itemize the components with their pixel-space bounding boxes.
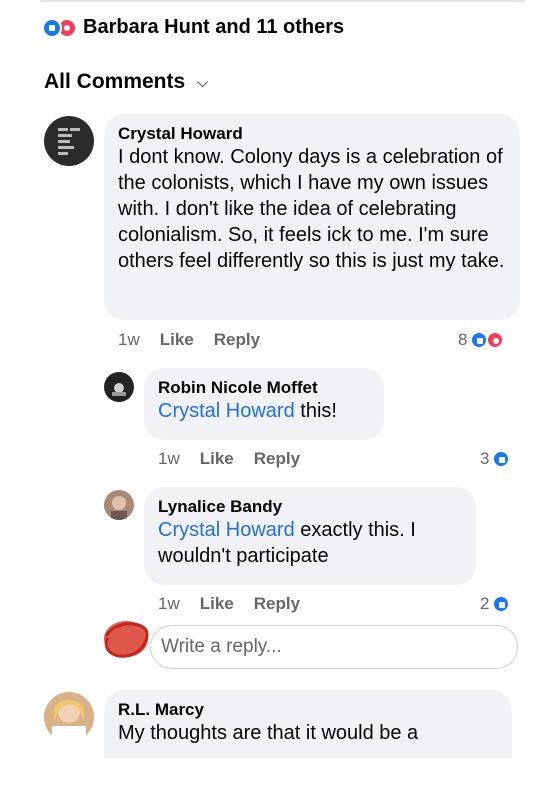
reactions-summary[interactable]: Barbara Hunt and 11 others	[42, 16, 344, 39]
comments-filter[interactable]: All Comments ⌵	[44, 70, 208, 94]
reaction-count[interactable]: 8	[458, 330, 505, 350]
avatar[interactable]	[104, 490, 134, 520]
reaction-count-value: 2	[480, 594, 490, 613]
like-button[interactable]: Like	[200, 449, 234, 469]
top-divider	[40, 0, 525, 2]
avatar-image	[58, 128, 80, 155]
comments-filter-label[interactable]: All Comments	[44, 70, 185, 94]
reply-bubble: Robin Nicole Moffet Crystal Howard this!	[144, 368, 384, 440]
comment-text: My thoughts are that it would be a	[118, 722, 419, 744]
user-avatar-redacted	[98, 616, 154, 662]
comment-timestamp[interactable]: 1w	[118, 330, 140, 350]
like-reaction-icon	[42, 17, 62, 38]
reply-text: this!	[294, 400, 337, 422]
like-button[interactable]: Like	[160, 330, 194, 350]
avatar[interactable]	[44, 692, 94, 742]
reply-button[interactable]: Reply	[214, 330, 260, 350]
reaction-count-value: 3	[480, 449, 490, 468]
like-button[interactable]: Like	[200, 594, 234, 614]
cutoff-area	[0, 758, 555, 788]
reply-button[interactable]: Reply	[254, 449, 300, 469]
reply-timestamp[interactable]: 1w	[158, 594, 180, 614]
reaction-count[interactable]: 3	[480, 449, 511, 469]
avatar-image	[112, 383, 126, 396]
reply-button[interactable]: Reply	[254, 594, 300, 614]
reply-actions: 1w Like Reply	[158, 594, 300, 614]
like-reaction-icon	[470, 331, 489, 349]
avatar[interactable]	[104, 372, 134, 402]
avatar[interactable]	[44, 116, 94, 166]
reaction-count-value: 8	[458, 330, 468, 349]
comment-actions: 1w Like Reply	[118, 330, 260, 350]
avatar-image	[111, 496, 127, 520]
reply-input[interactable]: Write a reply...	[150, 625, 518, 669]
reply-author[interactable]: Lynalice Bandy	[158, 497, 462, 517]
reactions-summary-text[interactable]: Barbara Hunt and 11 others	[83, 16, 344, 39]
reply-input-placeholder[interactable]: Write a reply...	[161, 636, 282, 658]
comment-author[interactable]: R.L. Marcy	[118, 700, 498, 720]
mention-link[interactable]: Crystal Howard	[158, 519, 295, 541]
love-reaction-icon	[486, 331, 505, 349]
comment-author[interactable]: Crystal Howard	[118, 124, 506, 144]
reply-actions: 1w Like Reply	[158, 449, 300, 469]
reply-bubble: Lynalice Bandy Crystal Howard exactly th…	[144, 487, 476, 585]
mention-link[interactable]: Crystal Howard	[158, 400, 295, 422]
reply-timestamp[interactable]: 1w	[158, 449, 180, 469]
redaction-scribble-icon	[104, 621, 149, 658]
reply-author[interactable]: Robin Nicole Moffet	[158, 378, 370, 398]
avatar-image	[52, 700, 86, 742]
comment-bubble: Crystal Howard I dont know. Colony days …	[104, 114, 520, 320]
like-reaction-icon	[492, 595, 511, 613]
comment-text: I dont know. Colony days is a celebratio…	[118, 146, 505, 272]
like-reaction-icon	[492, 450, 511, 468]
chevron-down-icon[interactable]: ⌵	[197, 74, 208, 91]
reaction-count[interactable]: 2	[480, 594, 511, 614]
